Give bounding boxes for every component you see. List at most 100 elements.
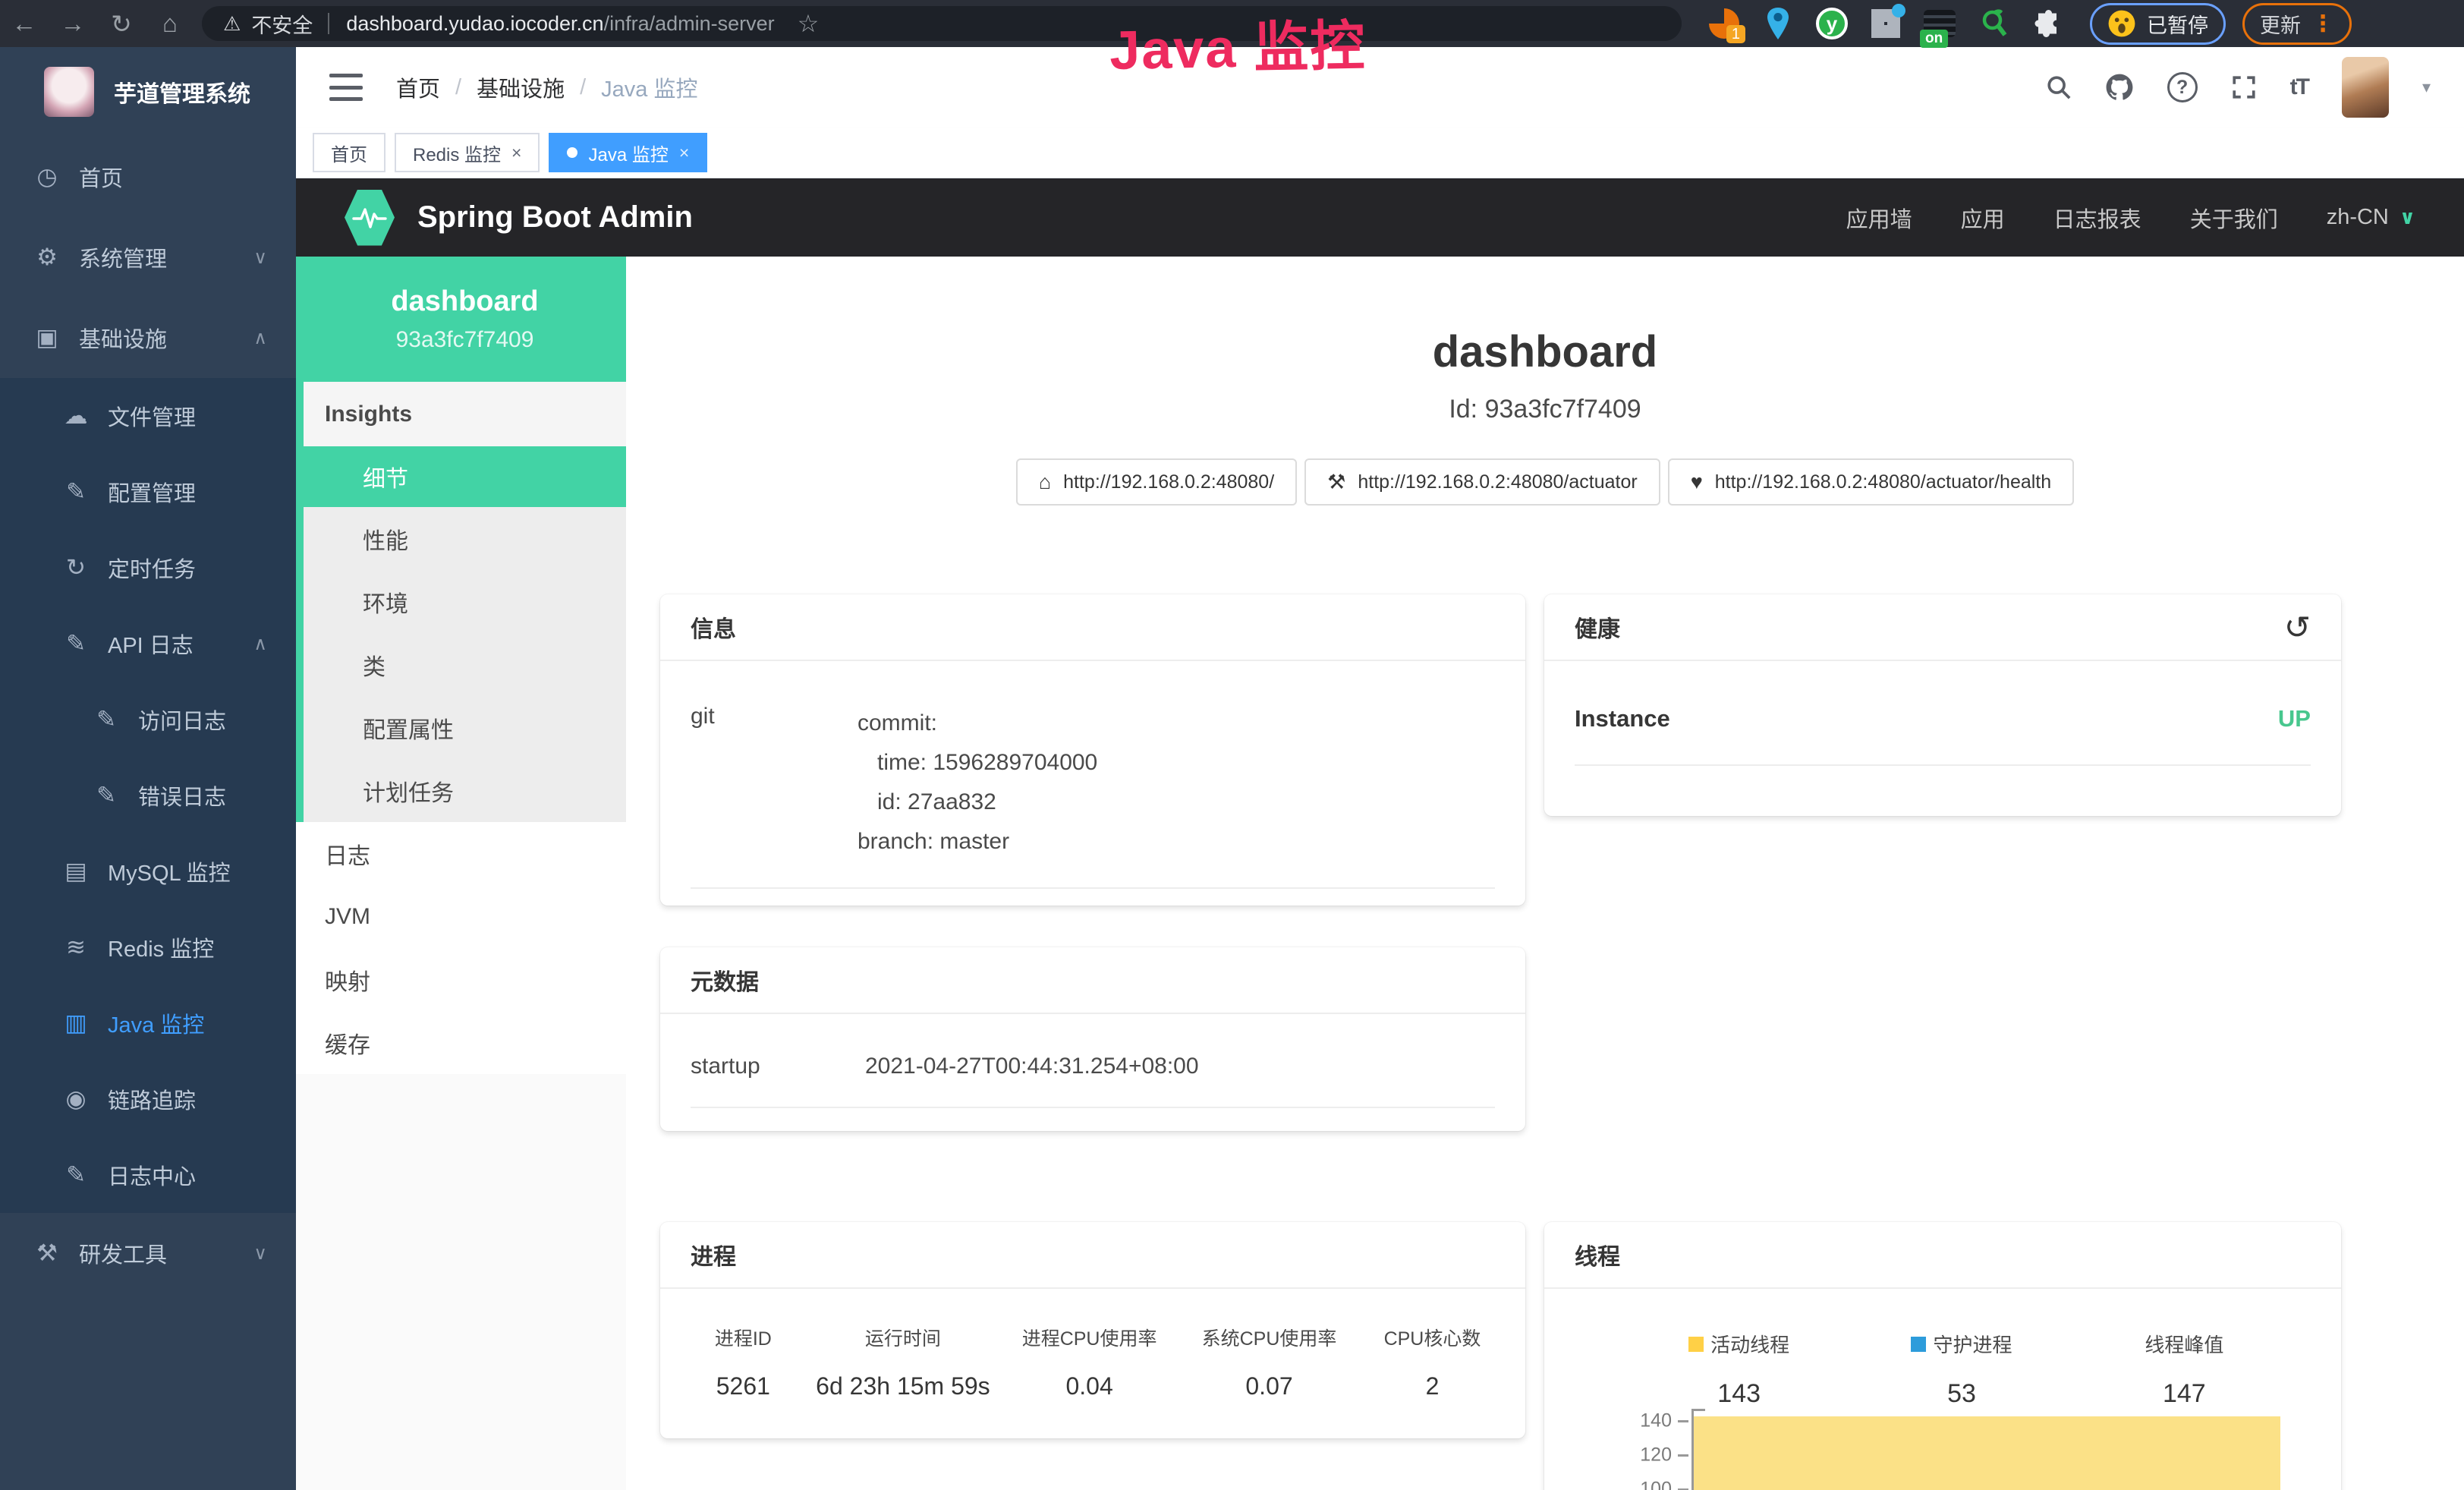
nav-journal[interactable]: 日志报表: [2053, 202, 2141, 234]
cell-value: 5261: [680, 1372, 807, 1400]
menu-item-environment[interactable]: 环境: [304, 570, 626, 633]
column-header: 进程CPU使用率: [999, 1324, 1179, 1351]
language-selector[interactable]: zh-CN ∨: [2327, 205, 2415, 230]
sidebar-item-config[interactable]: ✎ 配置管理: [0, 454, 296, 530]
page-title: dashboard: [626, 326, 2464, 377]
sidebar-collapse-icon[interactable]: [329, 74, 363, 101]
browser-update-button[interactable]: 更新 ⋮: [2242, 3, 2352, 45]
menu-item-scheduled-tasks[interactable]: 计划任务: [304, 759, 626, 822]
menu-item-classes[interactable]: 类: [304, 633, 626, 696]
nav-applications[interactable]: 应用: [1961, 202, 2005, 234]
menu-item-caches[interactable]: 缓存: [296, 1011, 626, 1074]
sidebar-item-access-log[interactable]: ✎ 访问日志: [0, 682, 296, 758]
breadcrumb-separator: /: [455, 75, 461, 100]
breadcrumb-home[interactable]: 首页: [396, 71, 440, 103]
puzzle-icon: [2034, 10, 2061, 37]
user-avatar[interactable]: [2342, 57, 2389, 118]
browser-forward-icon[interactable]: →: [49, 9, 97, 38]
switch-extension-icon[interactable]: on: [1923, 7, 1956, 40]
instance-id: 93a3fc7f7409: [396, 327, 534, 353]
colorpicker-extension-icon[interactable]: 1: [1707, 7, 1741, 40]
cell-value: 0.04: [999, 1372, 1179, 1400]
instance-header[interactable]: dashboard 93a3fc7f7409: [304, 257, 626, 382]
help-icon[interactable]: ?: [2167, 72, 2198, 102]
sidebar-item-system[interactable]: ⚙ 系统管理 ∨: [0, 217, 296, 298]
address-bar[interactable]: ⚠ 不安全 dashboard.yudao.iocoder.cn /infra/…: [202, 6, 1682, 41]
tab-redis-monitor[interactable]: Redis 监控 ×: [395, 133, 540, 172]
app-logo-row[interactable]: 芋道管理系统: [0, 47, 296, 137]
menu-item-config-props[interactable]: 配置属性: [304, 696, 626, 759]
live-threads-stat: 活动线程 143: [1628, 1330, 1850, 1409]
table-row[interactable]: Instance UP: [1575, 705, 2311, 766]
not-secure-label[interactable]: 不安全: [251, 9, 313, 39]
menu-item-jvm[interactable]: JVM: [296, 885, 626, 948]
breadcrumb-infra[interactable]: 基础设施: [477, 71, 565, 103]
sidebar-item-home[interactable]: ◷ 首页: [0, 137, 296, 217]
nav-about[interactable]: 关于我们: [2190, 202, 2278, 234]
font-size-icon[interactable]: tT: [2290, 74, 2308, 100]
fullscreen-icon[interactable]: [2231, 74, 2257, 100]
github-icon[interactable]: [2105, 73, 2134, 102]
timer-icon: ↻: [55, 554, 97, 581]
app-column: 首页 / 基础设施 / Java 监控 ? tT ▾ 首页 Redis 监控: [296, 47, 2464, 1490]
sidebar-item-redis[interactable]: ≋ Redis 监控: [0, 909, 296, 985]
actuator-url-button[interactable]: ⚒ http://192.168.0.2:48080/actuator: [1304, 458, 1660, 506]
sidebar-item-label: 定时任务: [108, 552, 196, 584]
sidebar-item-file[interactable]: ☁ 文件管理: [0, 378, 296, 454]
info-card-body: git commit: time: 1596289704000 id: 27aa…: [660, 661, 1525, 889]
grid-extension-icon[interactable]: [1869, 7, 1902, 40]
sidebar-item-infra[interactable]: ▣ 基础设施 ∧: [0, 298, 296, 378]
java-monitor-annotation: Java 监控: [1109, 1, 1367, 85]
health-url-button[interactable]: ♥ http://192.168.0.2:48080/actuator/heal…: [1668, 458, 2074, 506]
process-pid-col: 进程ID 5261: [680, 1324, 807, 1400]
language-label: zh-CN: [2327, 205, 2389, 230]
service-url: http://192.168.0.2:48080/: [1063, 471, 1274, 493]
nav-applications-wall[interactable]: 应用墙: [1846, 202, 1912, 234]
pin-extension-icon[interactable]: [1761, 7, 1795, 40]
breadcrumb-separator: /: [580, 75, 586, 100]
sprout-extension-icon[interactable]: [1977, 7, 2010, 40]
history-icon[interactable]: ↺: [2284, 609, 2311, 646]
insights-group: dashboard 93a3fc7f7409 Insights 细节 性能 环境…: [296, 257, 626, 822]
profile-paused-chip[interactable]: 已暂停: [2090, 3, 2226, 45]
menu-item-mappings[interactable]: 映射: [296, 948, 626, 1011]
url-path: /infra/admin-server: [604, 12, 775, 36]
user-menu-caret-icon[interactable]: ▾: [2422, 77, 2431, 97]
sidebar-item-job[interactable]: ↻ 定时任务: [0, 530, 296, 606]
menu-item-details[interactable]: 细节: [304, 446, 626, 507]
sidebar-item-label: API 日志: [108, 628, 194, 660]
log-icon: ✎: [85, 706, 127, 733]
spring-boot-admin-header: Spring Boot Admin 应用墙 应用 日志报表 关于我们 zh-CN…: [296, 178, 2464, 257]
close-icon[interactable]: ×: [679, 143, 689, 163]
java-monitor-icon: ▥: [55, 1010, 97, 1037]
sidebar-item-label: 访问日志: [138, 704, 226, 736]
sidebar-item-error-log[interactable]: ✎ 错误日志: [0, 758, 296, 833]
sidebar-item-dev-tools[interactable]: ⚒ 研发工具 ∨: [0, 1213, 296, 1293]
on-badge: on: [1920, 30, 1948, 48]
sidebar-item-label: 首页: [79, 161, 123, 193]
close-icon[interactable]: ×: [511, 143, 521, 163]
sidebar-item-mysql[interactable]: ▤ MySQL 监控: [0, 833, 296, 909]
puzzle-extensions-menu-icon[interactable]: [2031, 7, 2064, 40]
tab-java-monitor[interactable]: Java 监控 ×: [549, 133, 707, 172]
tab-home[interactable]: 首页: [313, 133, 385, 172]
browser-reload-icon[interactable]: ↻: [97, 9, 146, 39]
service-url-button[interactable]: ⌂ http://192.168.0.2:48080/: [1016, 458, 1297, 506]
menu-item-metrics[interactable]: 性能: [304, 507, 626, 570]
table-row: git commit: time: 1596289704000 id: 27aa…: [691, 704, 1495, 889]
browser-menu-icon[interactable]: ⋮: [2311, 11, 2334, 37]
search-icon[interactable]: [2046, 74, 2072, 100]
peak-threads-stat: 线程峰值 147: [2073, 1330, 2296, 1409]
cpu-cores-col: CPU核心数 2: [1359, 1324, 1506, 1400]
green-y-extension-icon[interactable]: y: [1815, 7, 1849, 40]
menu-item-logs[interactable]: 日志: [296, 822, 626, 885]
toolbox-icon: ⚒: [26, 1240, 68, 1267]
sidebar-item-java-monitor[interactable]: ▥ Java 监控: [0, 985, 296, 1061]
thread-stats: 活动线程 143 守护进程 53 线程峰值 147: [1628, 1330, 2296, 1409]
sidebar-item-api-log[interactable]: ✎ API 日志 ∧: [0, 606, 296, 682]
bookmark-star-icon[interactable]: ☆: [798, 9, 820, 38]
browser-home-icon[interactable]: ⌂: [146, 9, 194, 38]
browser-back-icon[interactable]: ←: [0, 9, 49, 38]
sidebar-item-tracing[interactable]: ◉ 链路追踪: [0, 1061, 296, 1137]
sidebar-item-log-center[interactable]: ✎ 日志中心: [0, 1137, 296, 1213]
